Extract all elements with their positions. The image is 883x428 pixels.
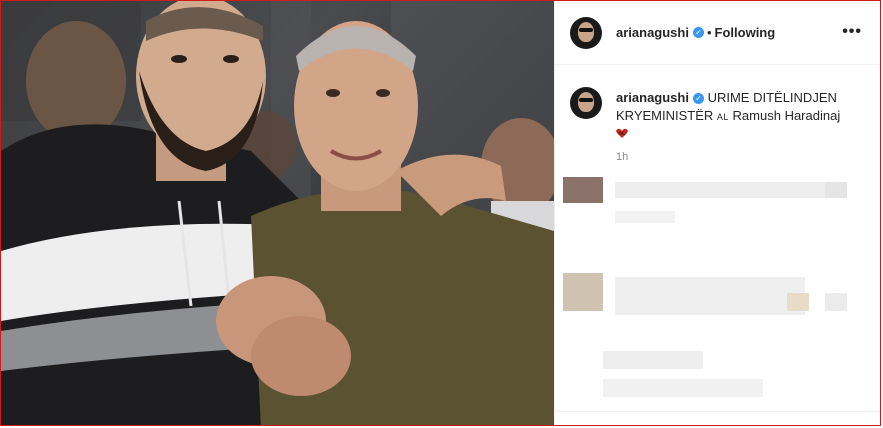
heart-emoji-icon: [616, 128, 628, 138]
blurred-text: [825, 182, 847, 198]
header-user-line: arianagushi ✓ • Following: [616, 24, 775, 42]
separator-dot: •: [706, 25, 712, 40]
more-options-icon[interactable]: •••: [842, 23, 862, 41]
caption-line-1: URIME DITËLINDJEN: [707, 90, 837, 105]
verified-badge-icon: ✓: [692, 93, 704, 105]
post-header: arianagushi ✓ • Following •••: [555, 1, 880, 65]
post-action-bar: [555, 411, 880, 425]
blurred-text: [615, 211, 675, 223]
caption-mention: Ramush Haradinaj: [732, 108, 841, 123]
post-timestamp: 1h: [616, 151, 629, 163]
caption-line-2-prefix: KRYEMINISTËR: [616, 108, 714, 123]
blurred-text: [787, 293, 809, 311]
blurred-text: [615, 277, 805, 315]
post-photo[interactable]: [1, 1, 554, 425]
blurred-avatar: [563, 273, 603, 311]
profile-avatar-icon[interactable]: [570, 17, 602, 49]
blurred-text: [603, 379, 763, 397]
blurred-avatar: [563, 177, 603, 203]
caption-username[interactable]: arianagushi: [616, 90, 689, 105]
post-caption: arianagushi ✓ URIME DITËLINDJEN KRYEMINIS…: [616, 89, 866, 144]
caption-avatar-icon[interactable]: [570, 87, 602, 119]
following-button[interactable]: Following: [715, 25, 776, 40]
header-username[interactable]: arianagushi: [616, 25, 689, 40]
blurred-text: [615, 182, 835, 198]
post-side-panel: arianagushi ✓ • Following ••• arianagushi ✓ …: [554, 1, 880, 425]
verified-badge-icon: ✓: [692, 27, 704, 39]
screenshot-frame: arianagushi ✓ • Following ••• arianagushi ✓ …: [0, 0, 881, 426]
caption-al-flag: AL: [716, 112, 729, 122]
photo-illustration: [1, 1, 554, 425]
blurred-text: [603, 351, 703, 369]
blurred-text: [825, 293, 847, 311]
